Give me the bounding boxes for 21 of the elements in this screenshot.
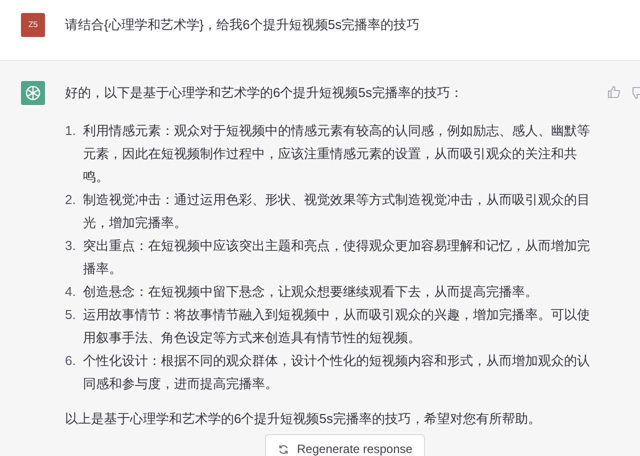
list-item-text: 制造视觉冲击：通过运用色彩、形状、视觉效果等方式制造视觉冲击，从而吸引观众的目光，增加完播率。 xyxy=(83,191,591,232)
list-number: 3. xyxy=(65,237,77,255)
user-avatar: Z5 xyxy=(21,13,45,37)
list-number: 6. xyxy=(65,352,77,370)
assistant-intro: 好的，以下是基于心理学和艺术学的6个提升短视频5s完播率的技巧： xyxy=(65,84,464,102)
assistant-conclusion: 以上是基于心理学和艺术学的6个提升短视频5s完播率的技巧，希望对您有所帮助。 xyxy=(65,410,542,428)
thumbs-up-icon[interactable] xyxy=(607,85,621,99)
list-number: 2. xyxy=(65,191,77,209)
refresh-icon xyxy=(278,444,289,454)
thumbs-down-icon[interactable] xyxy=(632,86,640,100)
regenerate-button[interactable]: Regenerate response xyxy=(265,434,426,456)
list-item-text: 利用情感元素：观众对于短视频中的情感元素有较高的认同感，例如励志、感人、幽默等元素，因此在短视频制作过程中，应该注重情感元素的设置，从而吸引观众的关注和共鸣。 xyxy=(83,122,591,186)
user-message: 请结合{心理学和艺术学}，给我6个提升短视频5s完播率的技巧 xyxy=(65,16,420,34)
list-number: 4. xyxy=(65,283,77,301)
list-item-text: 突出重点：在短视频中应该突出主题和亮点，使得观众更加容易理解和记忆，从而增加完播率。 xyxy=(83,237,591,278)
list-item-text: 个性化设计：根据不同的观众群体，设计个性化的短视频内容和形式，从而增加观众的认同感和参与度，进而提高完播率。 xyxy=(83,352,591,393)
list-item-text: 运用故事情节：将故事情节融入到短视频中，从而吸引观众的兴趣，增加完播率。可以使用叙事手法、角色设定等方式来创造具有情节性的短视频。 xyxy=(83,306,591,347)
list-number: 5. xyxy=(65,306,77,324)
list-item-text: 创造悬念：在短视频中留下悬念，让观众想要继续观看下去，从而提高完播率。 xyxy=(83,283,539,301)
assistant-logo-icon xyxy=(21,81,45,105)
list-number: 1. xyxy=(65,122,77,140)
